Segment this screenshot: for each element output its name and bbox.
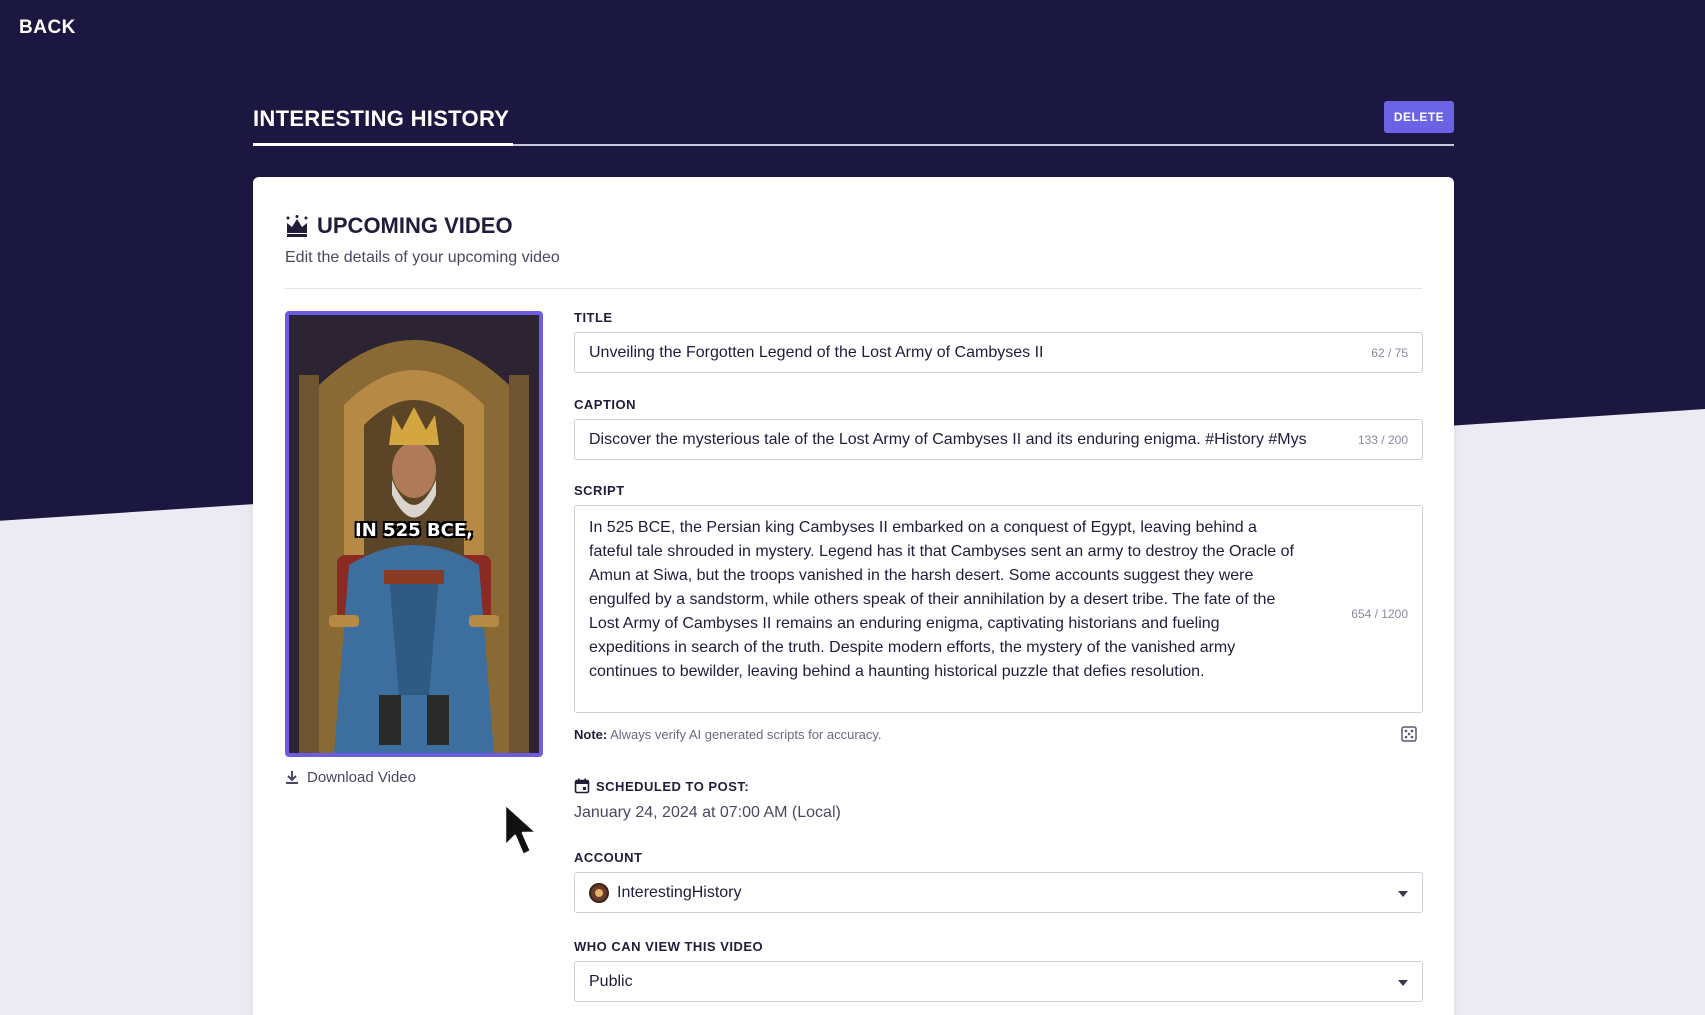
script-line: engulfed by a sandstorm, while others sp…	[589, 591, 1276, 608]
upcoming-video-card: UPCOMING VIDEO Edit the details of your …	[253, 177, 1454, 1015]
script-line: Lost Army of Cambyses II remains an endu…	[589, 615, 1220, 632]
title-counter: 62 / 75	[1365, 346, 1408, 360]
chevron-down-icon	[1398, 891, 1408, 897]
schedule-value: January 24, 2024 at 07:00 AM (Local)	[574, 804, 841, 821]
title-input[interactable]: Unveiling the Forgotten Legend of the Lo…	[574, 332, 1423, 373]
script-counter: 654 / 1200	[1345, 602, 1408, 626]
page-header: INTERESTING HISTORY DELETE	[253, 96, 1454, 146]
caption-input[interactable]: Discover the mysterious tale of the Lost…	[574, 419, 1423, 460]
script-line: continues to bewilder, leaving behind a …	[589, 663, 1205, 680]
card-title: UPCOMING VIDEO	[285, 213, 1422, 239]
back-link[interactable]: BACK	[19, 17, 76, 39]
title-value: Unveiling the Forgotten Legend of the Lo…	[589, 344, 1044, 361]
caption-counter: 133 / 200	[1351, 433, 1408, 447]
download-video-link[interactable]: Download Video	[285, 769, 416, 786]
download-video-label: Download Video	[307, 769, 416, 786]
video-form: TITLE Unveiling the Forgotten Legend of …	[574, 310, 1423, 1002]
script-line: Amun at Siwa, but the troops vanished in…	[589, 567, 1254, 584]
card-header: UPCOMING VIDEO Edit the details of your …	[285, 213, 1422, 267]
script-label: SCRIPT	[574, 483, 625, 498]
note-prefix: Note:	[574, 727, 608, 742]
visibility-label: WHO CAN VIEW THIS VIDEO	[574, 939, 764, 954]
crown-icon	[286, 215, 308, 237]
card-title-text: UPCOMING VIDEO	[317, 213, 513, 238]
script-textarea[interactable]: In 525 BCE, the Persian king Cambyses II…	[574, 505, 1423, 713]
chevron-down-icon	[1398, 980, 1408, 986]
caption-label: CAPTION	[574, 397, 636, 412]
account-value: InterestingHistory	[617, 884, 742, 901]
active-tab-indicator	[253, 143, 513, 146]
account-avatar	[589, 883, 609, 903]
visibility-value: Public	[589, 973, 633, 990]
calendar-icon	[574, 778, 590, 794]
schedule-label: SCHEDULED TO POST:	[574, 778, 1423, 794]
thumbnail-caption: IN 525 BCE,	[355, 520, 473, 541]
visibility-select[interactable]: Public	[574, 961, 1423, 1002]
download-icon	[286, 771, 298, 784]
script-note: Note: Always verify AI generated scripts…	[574, 726, 1423, 742]
title-label: TITLE	[574, 310, 613, 325]
note-text: Always verify AI generated scripts for a…	[607, 727, 882, 742]
caption-value: Discover the mysterious tale of the Lost…	[589, 431, 1307, 448]
schedule-label-text: SCHEDULED TO POST:	[596, 778, 750, 794]
mouse-cursor-icon	[503, 802, 539, 857]
video-thumbnail[interactable]: IN 525 BCE,	[285, 311, 543, 757]
card-subtitle: Edit the details of your upcoming video	[285, 249, 560, 266]
script-line: fateful tale shrouded in mystery. Legend…	[589, 543, 1294, 560]
account-label: ACCOUNT	[574, 850, 643, 865]
script-line: expeditions in search of the truth. Desp…	[589, 639, 1236, 656]
delete-button[interactable]: DELETE	[1384, 101, 1454, 133]
script-line: In 525 BCE, the Persian king Cambyses II…	[589, 519, 1257, 536]
page-title: INTERESTING HISTORY	[253, 106, 510, 131]
divider	[285, 288, 1422, 289]
dice-icon[interactable]	[1401, 726, 1417, 742]
account-select[interactable]: InterestingHistory	[574, 872, 1423, 913]
